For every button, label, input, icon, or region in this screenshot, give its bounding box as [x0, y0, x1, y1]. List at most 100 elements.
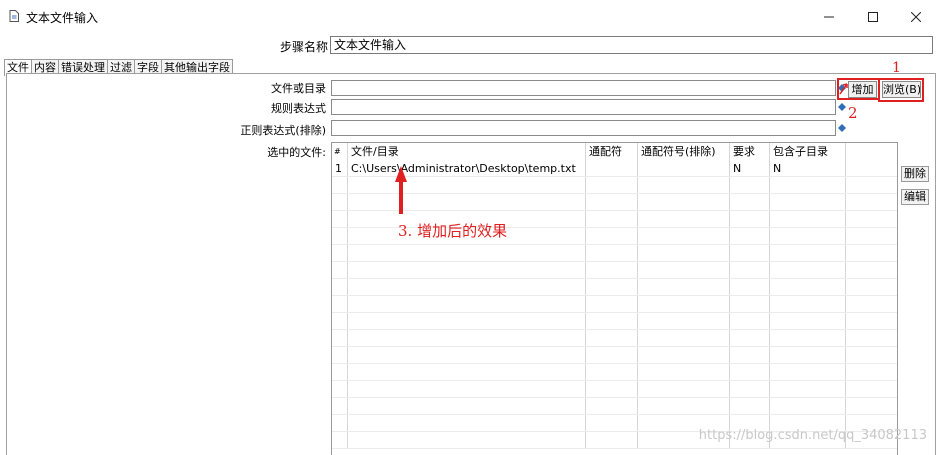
- empty-cell: [586, 415, 638, 431]
- col-header-required[interactable]: 要求: [730, 143, 770, 160]
- empty-cell: [846, 296, 897, 312]
- empty-cell: [332, 313, 348, 329]
- empty-cell: [638, 296, 730, 312]
- empty-cell: [586, 364, 638, 380]
- empty-table-row: [332, 245, 897, 262]
- empty-cell: [730, 364, 770, 380]
- empty-cell: [586, 279, 638, 295]
- empty-cell: [730, 279, 770, 295]
- empty-cell: [586, 296, 638, 312]
- empty-cell: [846, 211, 897, 227]
- empty-cell: [586, 381, 638, 397]
- empty-cell: [730, 313, 770, 329]
- empty-cell: [770, 330, 846, 346]
- empty-cell: [638, 330, 730, 346]
- cell-include-subdirs[interactable]: N: [770, 160, 846, 176]
- empty-table-row: [332, 381, 897, 398]
- browse-button[interactable]: 浏览(B)...: [882, 81, 921, 98]
- empty-cell: [770, 245, 846, 261]
- cell-required[interactable]: N: [730, 160, 770, 176]
- empty-table-row: [332, 262, 897, 279]
- regex-exclude-label: 正则表达式(排除): [240, 124, 326, 137]
- cell-file-dir[interactable]: C:\Users\Administrator\Desktop\temp.txt: [348, 160, 586, 176]
- empty-cell: [846, 279, 897, 295]
- empty-table-row: [332, 347, 897, 364]
- empty-cell: [638, 228, 730, 244]
- add-button[interactable]: 增加: [848, 81, 877, 98]
- delete-button[interactable]: 删除: [901, 166, 929, 182]
- minimize-button[interactable]: [806, 3, 851, 31]
- empty-cell: [770, 313, 846, 329]
- annotation-1: 1: [892, 60, 901, 76]
- empty-cell: [846, 228, 897, 244]
- empty-cell: [332, 364, 348, 380]
- empty-cell: [586, 347, 638, 363]
- empty-cell: [586, 330, 638, 346]
- annotation-up-arrow-icon: [395, 166, 407, 214]
- empty-cell: [348, 330, 586, 346]
- empty-cell: [348, 432, 586, 448]
- empty-cell: [586, 194, 638, 210]
- empty-cell: [332, 415, 348, 431]
- step-name-input[interactable]: 文本文件输入: [330, 36, 933, 54]
- empty-cell: [770, 381, 846, 397]
- col-header-index[interactable]: #: [332, 143, 348, 160]
- close-icon: [910, 12, 921, 22]
- empty-cell: [770, 398, 846, 414]
- empty-cell: [332, 228, 348, 244]
- empty-cell: [348, 262, 586, 278]
- empty-cell: [638, 194, 730, 210]
- watermark: https://blog.csdn.net/qq_34082113: [698, 428, 927, 443]
- empty-cell: [846, 313, 897, 329]
- empty-cell: [730, 330, 770, 346]
- regex-input[interactable]: [331, 99, 836, 115]
- col-header-file-dir[interactable]: 文件/目录: [348, 143, 586, 160]
- empty-cell: [332, 279, 348, 295]
- close-button[interactable]: [893, 3, 937, 31]
- col-header-wildcard[interactable]: 通配符: [586, 143, 638, 160]
- empty-cell: [586, 432, 638, 448]
- empty-cell: [846, 347, 897, 363]
- empty-cell: [770, 194, 846, 210]
- empty-cell: [730, 347, 770, 363]
- file-or-dir-input[interactable]: [331, 80, 836, 96]
- cell-wildcard-exclude[interactable]: [638, 160, 730, 176]
- empty-cell: [586, 228, 638, 244]
- col-header-wildcard-exclude[interactable]: 通配符号(排除): [638, 143, 730, 160]
- empty-cell: [348, 279, 586, 295]
- title-bar: 文本文件输入: [0, 0, 937, 33]
- empty-cell: [332, 432, 348, 448]
- col-header-include-subdirs[interactable]: 包含子目录: [770, 143, 846, 160]
- empty-table-row: [332, 194, 897, 211]
- empty-cell: [348, 194, 586, 210]
- empty-cell: [730, 245, 770, 261]
- empty-cell: [638, 313, 730, 329]
- empty-cell: [638, 381, 730, 397]
- edit-button[interactable]: 编辑: [901, 189, 929, 205]
- empty-table-row: [332, 330, 897, 347]
- selected-files-label: 选中的文件:: [267, 146, 326, 159]
- empty-cell: [730, 211, 770, 227]
- empty-cell: [586, 313, 638, 329]
- empty-cell: [586, 177, 638, 193]
- maximize-icon: [867, 12, 878, 22]
- empty-cell: [332, 194, 348, 210]
- empty-cell: [846, 194, 897, 210]
- cell-wildcard[interactable]: [586, 160, 638, 176]
- empty-cell: [846, 245, 897, 261]
- table-row[interactable]: 1 C:\Users\Administrator\Desktop\temp.tx…: [332, 160, 897, 177]
- variable-icon: [838, 124, 846, 132]
- maximize-button[interactable]: [850, 3, 895, 31]
- empty-cell: [332, 262, 348, 278]
- empty-cell: [770, 228, 846, 244]
- empty-cell: [348, 381, 586, 397]
- empty-cell: [586, 211, 638, 227]
- empty-cell: [846, 381, 897, 397]
- empty-cell: [348, 313, 586, 329]
- regex-exclude-input[interactable]: [331, 120, 836, 136]
- empty-cell: [638, 262, 730, 278]
- table-header-row: # 文件/目录 通配符 通配符号(排除) 要求 包含子目录: [332, 143, 897, 160]
- empty-cell: [638, 245, 730, 261]
- window-title: 文本文件输入: [26, 11, 99, 25]
- document-icon: [9, 10, 19, 22]
